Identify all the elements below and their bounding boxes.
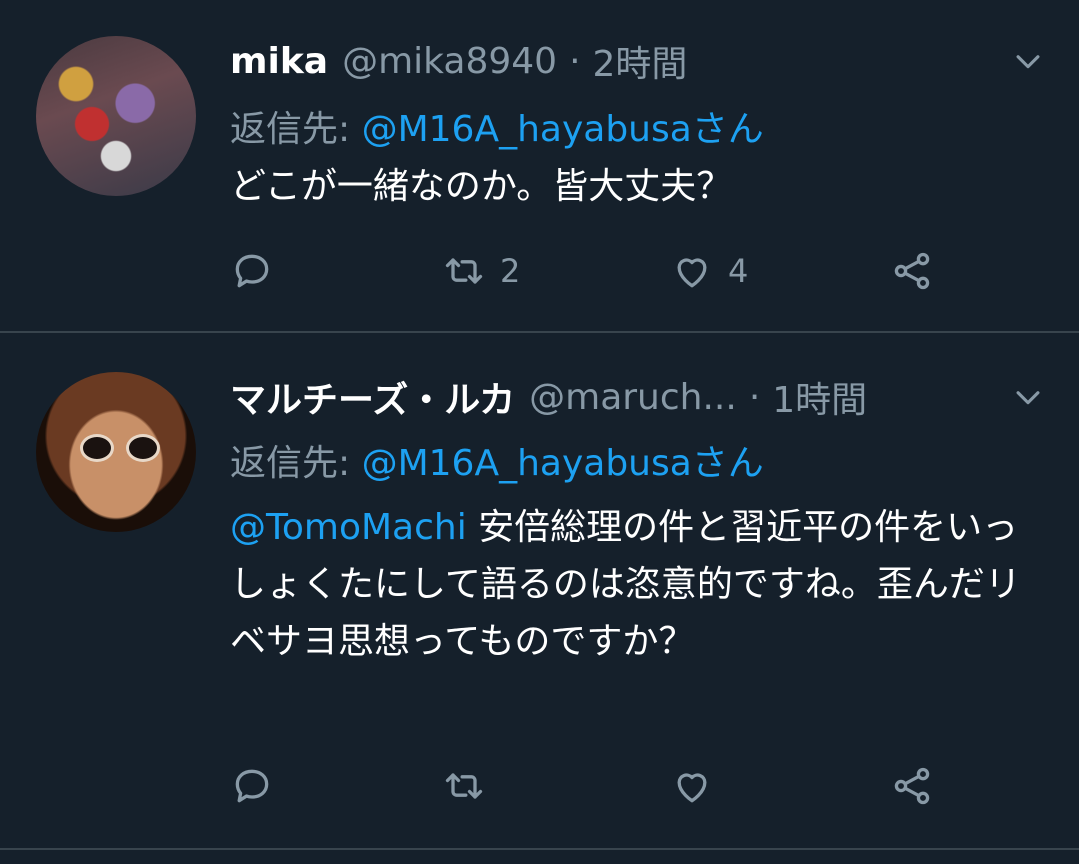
separator: · — [748, 376, 761, 418]
tweet-2[interactable]: マルチーズ・ルカ @maruch... · 1時間 返信先: @M16A_hay… — [0, 333, 1079, 848]
retweet-icon — [445, 258, 483, 284]
tweet-header: mika @mika8940 · 2時間 — [230, 36, 687, 86]
action-bar: 2 4 — [230, 246, 950, 296]
share-icon — [894, 767, 930, 805]
reply-button[interactable] — [230, 761, 288, 811]
retweet-count: 2 — [500, 252, 521, 290]
reply-button[interactable] — [230, 246, 288, 296]
reply-to-mention[interactable]: @M16A_hayabusaさん — [362, 443, 764, 484]
retweet-button[interactable]: 2 — [442, 246, 520, 296]
tweet-body: どこが一緒なのか。皆大丈夫？ — [230, 166, 733, 207]
timestamp[interactable]: 1時間 — [772, 371, 867, 423]
chevron-down-icon[interactable] — [1011, 44, 1045, 78]
reply-prefix: 返信先: — [230, 443, 362, 484]
reply-prefix: 返信先: — [230, 109, 362, 150]
tweet-text: どこが一緒なのか。皆大丈夫？ — [230, 158, 1050, 215]
retweet-icon — [445, 773, 483, 799]
tweet-1[interactable]: mika @mika8940 · 2時間 返信先: @M16A_hayabusa… — [0, 0, 1079, 331]
avatar[interactable] — [36, 36, 196, 196]
reply-icon — [235, 769, 269, 803]
like-button[interactable] — [670, 761, 728, 811]
retweet-button[interactable] — [442, 761, 500, 811]
separator: · — [569, 40, 581, 82]
tweet-text: @TomoMachi 安倍総理の件と習近平の件をいっしょくたにして語るのは恣意的… — [230, 499, 1040, 670]
body-mention[interactable]: @TomoMachi — [230, 507, 467, 548]
tweet-divider — [0, 848, 1079, 850]
reply-to-mention[interactable]: @M16A_hayabusaさん — [362, 109, 764, 150]
like-icon — [677, 258, 707, 288]
share-button[interactable] — [890, 761, 934, 811]
avatar-eye — [80, 434, 114, 462]
user-name[interactable]: mika — [230, 41, 328, 82]
reply-icon — [235, 254, 269, 288]
timestamp[interactable]: 2時間 — [593, 35, 688, 87]
share-button[interactable] — [890, 246, 934, 296]
like-icon — [677, 773, 707, 803]
user-handle[interactable]: @mika8940 — [342, 41, 557, 82]
avatar[interactable] — [36, 372, 196, 532]
action-bar — [230, 761, 950, 811]
like-button[interactable]: 4 — [670, 246, 748, 296]
avatar-eye — [126, 434, 160, 462]
user-handle[interactable]: @maruch... — [529, 377, 737, 418]
share-icon — [894, 252, 930, 290]
reply-to-line: 返信先: @M16A_hayabusaさん — [230, 100, 764, 152]
user-name[interactable]: マルチーズ・ルカ — [230, 371, 515, 423]
chevron-down-icon[interactable] — [1011, 380, 1045, 414]
tweet-header: マルチーズ・ルカ @maruch... · 1時間 — [230, 372, 867, 422]
like-count: 4 — [728, 252, 749, 290]
reply-to-line: 返信先: @M16A_hayabusaさん — [230, 434, 764, 486]
